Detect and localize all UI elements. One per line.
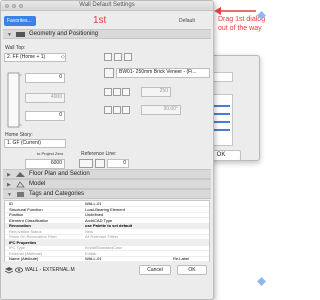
home-story-select[interactable]: 1. GF (Current): [4, 139, 66, 148]
wall-top-select[interactable]: 2. FF (Home + 1): [4, 53, 66, 62]
wall-polygon-icon[interactable]: [124, 53, 132, 61]
annotation-line: Drag 1st dialog: [218, 16, 266, 23]
dialog-title: Wall Default Settings: [79, 2, 135, 8]
section-geometry[interactable]: ▼ Geometry and Positioning: [3, 29, 211, 39]
annotation-text: Drag 1st dialog out of the way: [218, 15, 284, 33]
thickness-field[interactable]: 250: [141, 87, 171, 97]
wall-settings-dialog[interactable]: Wall Default Settings Favorites... 1st D…: [0, 0, 214, 300]
layer-value: WALL - EXTERNAL.M: [25, 267, 75, 273]
default-label: Default: [179, 18, 195, 24]
layer-icon: [5, 267, 13, 274]
wall-icon: [16, 32, 25, 37]
layer-select[interactable]: WALL - EXTERNAL.M: [5, 265, 79, 275]
reference-line-label: Reference Line:: [81, 151, 117, 157]
reference-line-select[interactable]: [79, 159, 93, 168]
angle-field[interactable]: 90.00°: [141, 105, 181, 115]
complex-profile-icon[interactable]: [122, 106, 130, 114]
slanted-wall-icon[interactable]: [104, 106, 112, 114]
eye-icon: [15, 267, 23, 273]
diamond-icon: [257, 11, 266, 20]
bottom-offset-field[interactable]: 0: [25, 111, 65, 121]
properties-table[interactable]: ID WALL-01 Structural Function Load-Bearing…: [4, 200, 210, 262]
section-tags[interactable]: ▼ Tags and Categories: [3, 189, 211, 199]
ok-button[interactable]: OK: [177, 265, 207, 275]
wall-section-preview: [7, 72, 22, 128]
building-material-icon[interactable]: [104, 68, 114, 78]
wall-top-label: Wall Top:: [5, 45, 26, 51]
profile-icon[interactable]: [122, 88, 130, 96]
wall-straight-icon[interactable]: [104, 53, 112, 61]
section-label: Model: [29, 181, 46, 187]
section-label: Tags and Categories: [29, 191, 85, 197]
table-row[interactable]: Name (Attribute) WALL-01 Re.Label: [5, 256, 209, 262]
floor-plan-icon: [16, 172, 25, 177]
thickness-icon[interactable]: [104, 88, 112, 96]
cancel-button[interactable]: Cancel: [139, 265, 171, 275]
reference-offset-field[interactable]: 0: [107, 159, 129, 168]
section-label: Geometry and Positioning: [29, 31, 99, 37]
building-material-select[interactable]: BW01- 250mm Brick Veneer - (Fi...: [116, 68, 210, 78]
model-icon: [16, 181, 25, 188]
expand-icon[interactable]: ▼: [7, 32, 12, 38]
diamond-icon: [257, 277, 266, 286]
reference-offset-icon[interactable]: [95, 159, 105, 168]
expand-icon[interactable]: ▶: [7, 172, 11, 178]
first-dialog-label: 1st: [93, 15, 107, 26]
row-value[interactable]: WALL-01: [85, 256, 102, 262]
section-floor-plan[interactable]: ▶ Floor Plan and Section: [3, 169, 211, 179]
chevron-down-icon: ◇: [61, 54, 65, 60]
expand-icon[interactable]: ▼: [7, 192, 12, 198]
slant-icon[interactable]: [113, 88, 121, 96]
row-extra: Re.Label: [173, 256, 190, 261]
section-model[interactable]: ▶ Model: [3, 179, 211, 189]
section-label: Floor Plan and Section: [29, 171, 90, 177]
to-project-zero-label: to Project Zero: [37, 151, 64, 156]
row-name: Name (Attribute): [9, 256, 39, 261]
favorites-button[interactable]: Favorites...: [4, 16, 36, 26]
title-bar[interactable]: Wall Default Settings: [1, 1, 213, 11]
home-story-label: Home Story:: [5, 132, 33, 138]
top-offset-field[interactable]: 0: [25, 73, 65, 83]
wall-trapezoid-icon[interactable]: [114, 53, 122, 61]
double-slanted-icon[interactable]: [113, 106, 121, 114]
height-field[interactable]: 4000: [25, 93, 65, 103]
tag-icon: [17, 192, 24, 197]
annotation-line: out of the way: [218, 25, 262, 32]
expand-icon[interactable]: ▶: [7, 182, 11, 188]
project-zero-field[interactable]: 6000: [25, 159, 65, 169]
